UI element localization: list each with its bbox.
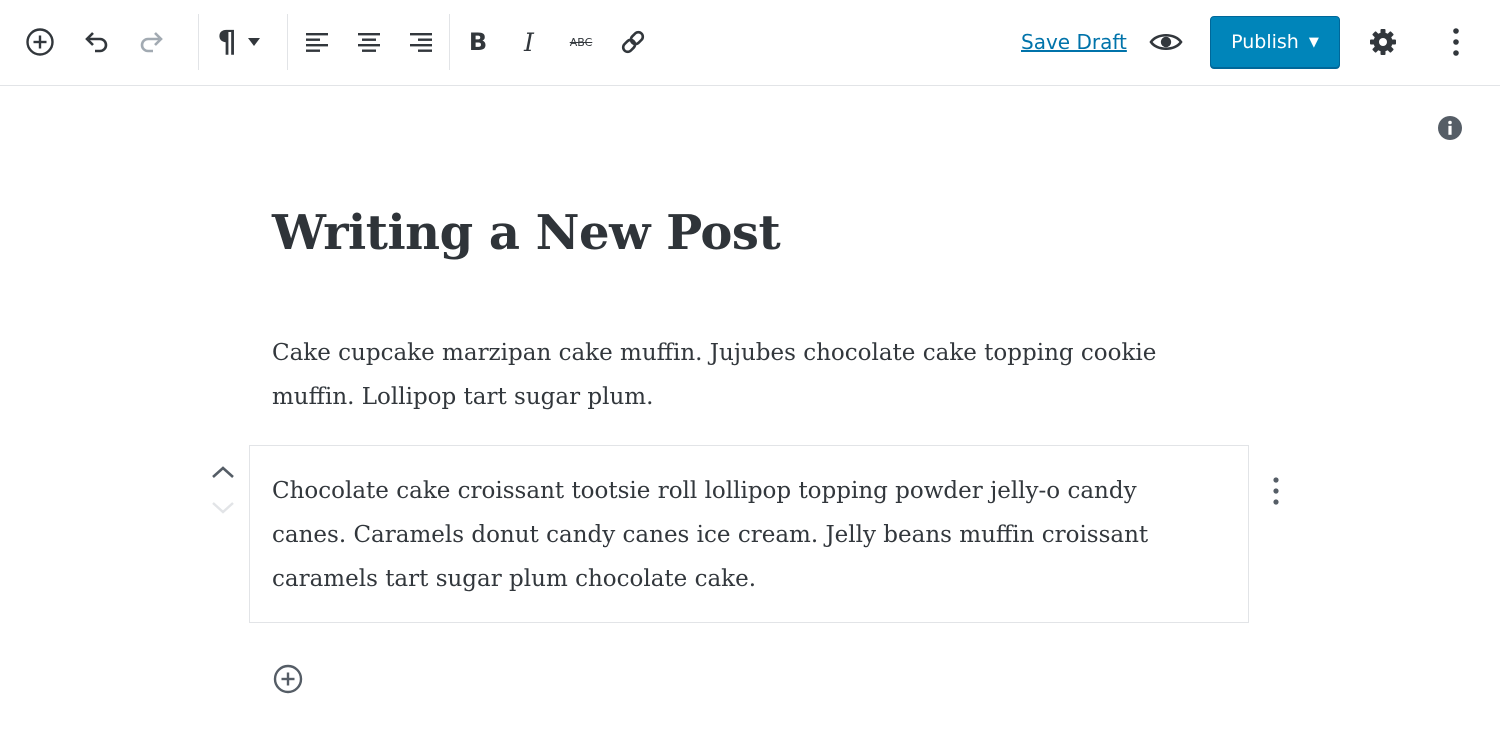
settings-button[interactable] bbox=[1362, 21, 1404, 63]
block-type-switcher[interactable]: ¶ bbox=[206, 21, 272, 63]
link-icon bbox=[621, 30, 645, 54]
plus-circle-icon bbox=[26, 28, 54, 56]
toolbar-divider bbox=[449, 14, 450, 70]
italic-button[interactable]: I bbox=[508, 21, 550, 63]
align-center-icon bbox=[358, 33, 380, 52]
add-block-button[interactable] bbox=[19, 21, 61, 63]
italic-icon: I bbox=[524, 27, 534, 57]
paragraph-block[interactable]: Cake cupcake marzipan cake muffin. Jujub… bbox=[272, 331, 1202, 419]
post-title[interactable]: Writing a New Post bbox=[272, 205, 781, 261]
paragraph-block[interactable]: Chocolate cake croissant tootsie roll lo… bbox=[272, 469, 1202, 601]
align-center-button[interactable] bbox=[348, 21, 390, 63]
chevron-down-icon bbox=[212, 502, 234, 514]
chevron-up-icon bbox=[212, 466, 234, 478]
paragraph-icon: ¶ bbox=[217, 24, 237, 60]
more-options-button[interactable] bbox=[1435, 21, 1477, 63]
bold-icon: B bbox=[468, 28, 488, 56]
align-right-button[interactable] bbox=[400, 21, 442, 63]
bold-button[interactable]: B bbox=[457, 21, 499, 63]
eye-icon bbox=[1149, 33, 1183, 51]
chevron-down-icon bbox=[247, 38, 260, 46]
align-left-button[interactable] bbox=[296, 21, 338, 63]
toolbar-divider bbox=[198, 14, 199, 70]
info-button[interactable] bbox=[1437, 115, 1463, 141]
strikethrough-icon: ABC bbox=[569, 35, 593, 49]
toolbar-divider bbox=[287, 14, 288, 70]
undo-button[interactable] bbox=[75, 21, 117, 63]
more-vertical-icon bbox=[1453, 28, 1459, 56]
publish-button[interactable]: Publish ▼ bbox=[1210, 16, 1340, 68]
caret-down-icon: ▼ bbox=[1308, 34, 1319, 50]
gear-icon bbox=[1370, 29, 1396, 55]
publish-label: Publish bbox=[1231, 31, 1299, 53]
info-icon bbox=[1438, 116, 1462, 140]
link-button[interactable] bbox=[612, 21, 654, 63]
block-more-options-button[interactable] bbox=[1262, 474, 1290, 508]
align-right-icon bbox=[410, 33, 432, 52]
editor-toolbar: ¶ B I ABC Save Draft Publish ▼ bbox=[0, 0, 1500, 86]
more-vertical-icon bbox=[1273, 477, 1279, 505]
undo-icon bbox=[85, 32, 108, 53]
redo-button[interactable] bbox=[131, 21, 173, 63]
save-draft-link[interactable]: Save Draft bbox=[1021, 30, 1127, 54]
plus-circle-icon bbox=[273, 664, 303, 694]
redo-icon bbox=[140, 32, 163, 53]
move-down-button[interactable] bbox=[208, 496, 238, 520]
strikethrough-button[interactable]: ABC bbox=[560, 21, 602, 63]
preview-button[interactable] bbox=[1145, 21, 1187, 63]
add-block-inline-button[interactable] bbox=[272, 663, 304, 695]
move-up-button[interactable] bbox=[208, 460, 238, 484]
align-left-icon bbox=[306, 33, 328, 52]
